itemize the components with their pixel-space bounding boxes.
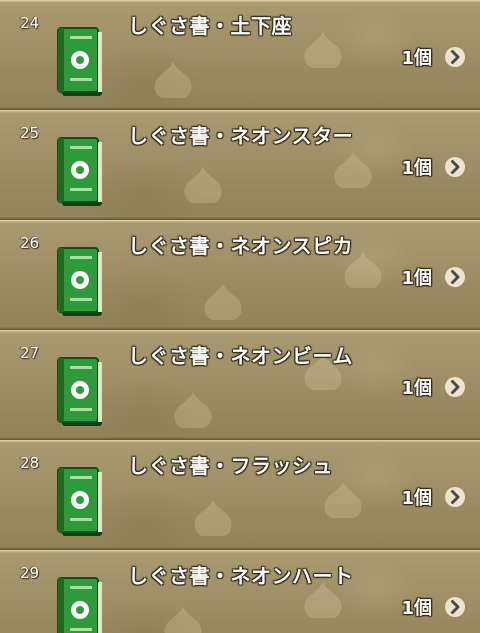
slime-watermark-icon — [174, 392, 212, 428]
list-item[interactable]: 28 しぐさ書・フラッシュ 1個 — [0, 440, 480, 550]
slime-watermark-icon — [204, 284, 242, 320]
item-name: しぐさ書・ネオンスピカ — [128, 234, 354, 258]
item-number: 28 — [20, 454, 40, 472]
green-book-icon — [57, 27, 102, 96]
slime-watermark-icon — [334, 152, 372, 188]
item-count: 1個 — [401, 158, 432, 179]
slime-watermark-icon — [184, 167, 222, 203]
item-number: 27 — [20, 344, 40, 362]
slime-watermark-icon — [154, 62, 192, 98]
item-count: 1個 — [401, 48, 432, 69]
green-book-icon — [57, 247, 102, 316]
list-item[interactable]: 29 しぐさ書・ネオンハート 1個 — [0, 550, 480, 633]
item-count: 1個 — [401, 268, 432, 289]
item-list: 24 しぐさ書・土下座 1個 25 しぐさ書・ネオンスター 1個 26 しぐさ書… — [0, 0, 480, 633]
green-book-icon — [57, 137, 102, 206]
item-name: しぐさ書・ネオンビーム — [128, 344, 353, 368]
item-name: しぐさ書・ネオンスター — [128, 124, 354, 148]
item-name: しぐさ書・フラッシュ — [128, 454, 333, 478]
list-item[interactable]: 25 しぐさ書・ネオンスター 1個 — [0, 110, 480, 220]
item-count: 1個 — [401, 378, 432, 399]
item-number: 24 — [20, 14, 40, 32]
list-item[interactable]: 24 しぐさ書・土下座 1個 — [0, 0, 480, 110]
item-name: しぐさ書・土下座 — [128, 14, 292, 38]
item-number: 26 — [20, 234, 40, 252]
slime-watermark-icon — [164, 607, 202, 633]
slime-watermark-icon — [324, 482, 362, 518]
item-name: しぐさ書・ネオンハート — [128, 564, 354, 588]
chevron-right-icon[interactable] — [444, 596, 466, 618]
green-book-icon — [57, 577, 102, 633]
item-count: 1個 — [401, 488, 432, 509]
chevron-right-icon[interactable] — [444, 486, 466, 508]
item-number: 29 — [20, 564, 40, 582]
item-count: 1個 — [401, 598, 432, 619]
green-book-icon — [57, 357, 102, 426]
slime-watermark-icon — [194, 500, 232, 536]
chevron-right-icon[interactable] — [444, 376, 466, 398]
green-book-icon — [57, 467, 102, 536]
slime-watermark-icon — [304, 32, 342, 68]
chevron-right-icon[interactable] — [444, 46, 466, 68]
list-item[interactable]: 26 しぐさ書・ネオンスピカ 1個 — [0, 220, 480, 330]
list-item[interactable]: 27 しぐさ書・ネオンビーム 1個 — [0, 330, 480, 440]
chevron-right-icon[interactable] — [444, 156, 466, 178]
chevron-right-icon[interactable] — [444, 266, 466, 288]
item-number: 25 — [20, 124, 40, 142]
